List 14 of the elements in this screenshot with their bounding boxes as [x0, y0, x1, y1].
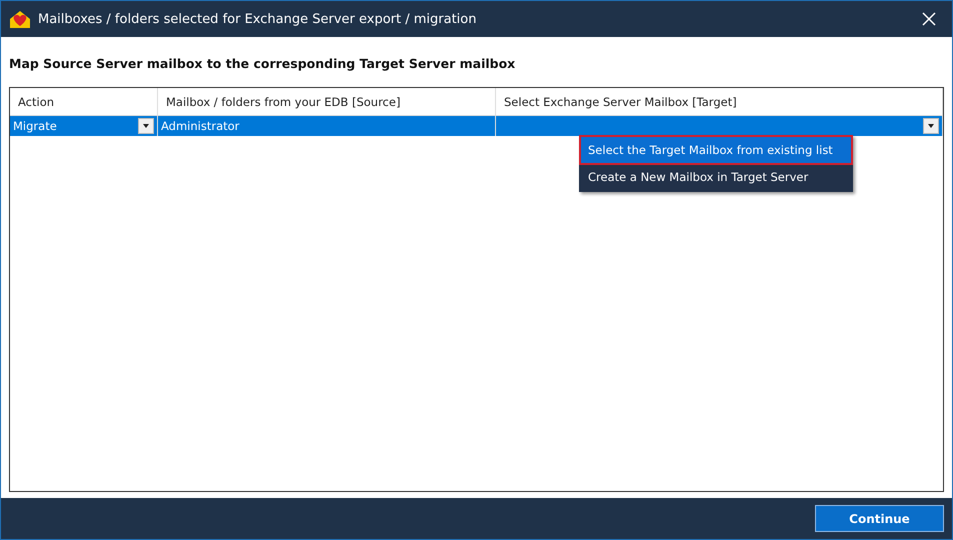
continue-button[interactable]: Continue [815, 505, 944, 532]
instruction-text: Map Source Server mailbox to the corresponding Target Server mailbox [9, 55, 516, 73]
menu-item[interactable]: Create a New Mailbox in Target Server [581, 164, 851, 190]
dropdown-button[interactable] [138, 118, 154, 134]
window-title: Mailboxes / folders selected for Exchange Server export / migration [38, 12, 478, 26]
menu-item[interactable]: Select the Target Mailbox from existing list [581, 137, 851, 163]
close-icon [922, 12, 936, 26]
source-cell: Administrator [158, 116, 496, 136]
action-cell[interactable]: Migrate [10, 116, 158, 136]
target-cell[interactable] [496, 116, 943, 136]
app-logo-icon [9, 9, 31, 29]
caret-icon [928, 124, 934, 128]
dropdown-button[interactable] [923, 118, 939, 134]
caret-icon [143, 124, 149, 128]
